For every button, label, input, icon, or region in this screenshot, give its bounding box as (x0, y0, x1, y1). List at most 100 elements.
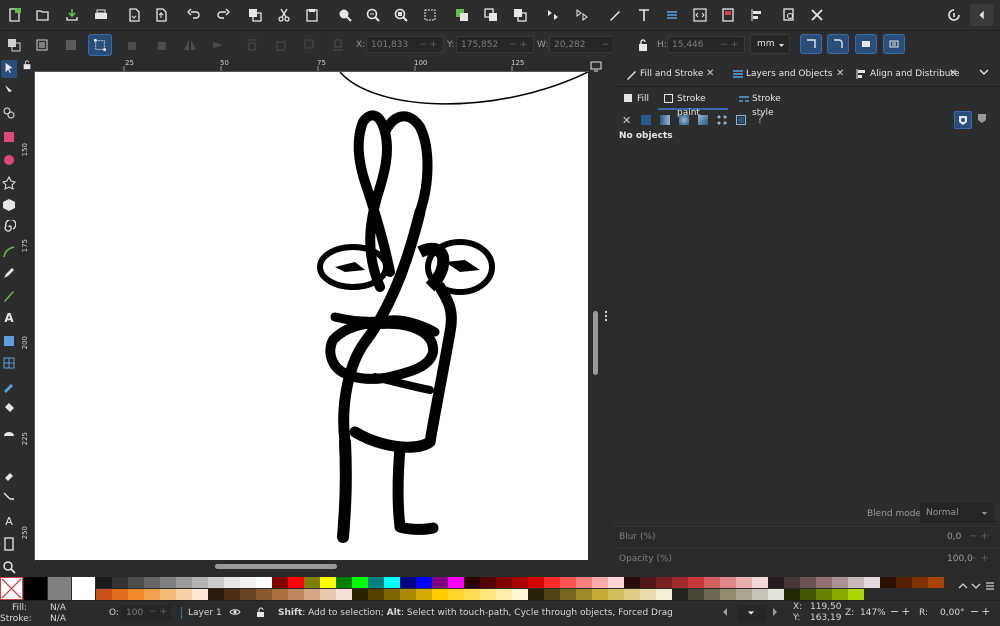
x-field[interactable]: 101,833 −+ (366, 36, 444, 53)
transform-gradients-toggle[interactable] (855, 34, 877, 54)
layer-visibility-icon[interactable] (229, 606, 243, 620)
zoom-drawing-icon[interactable] (365, 7, 381, 23)
palette-swatch[interactable] (512, 577, 528, 588)
rotation-value[interactable]: 0,00° (940, 608, 965, 619)
palette-swatch[interactable] (400, 589, 416, 600)
connector-tool-icon[interactable] (1, 490, 17, 506)
spiral-tool-icon[interactable] (1, 219, 17, 235)
palette-swatch[interactable] (112, 589, 128, 600)
palette-swatch[interactable] (528, 577, 544, 588)
fill-rule-evenodd-button[interactable] (954, 111, 972, 129)
print-icon[interactable] (93, 7, 109, 23)
eraser-tool-icon[interactable] (1, 468, 17, 484)
group-icon[interactable] (545, 7, 561, 23)
zoom-page-icon[interactable] (393, 7, 409, 23)
zoom-selection-icon[interactable] (337, 7, 353, 23)
current-layer[interactable]: Layer 1 (188, 608, 222, 619)
blur-row[interactable]: Blur (%) 0,0 −+ (614, 526, 1000, 547)
transform-patterns-toggle[interactable] (883, 34, 905, 54)
palette-swatch[interactable] (592, 589, 608, 600)
open-document-icon[interactable] (35, 7, 51, 23)
opacity-row[interactable]: Opacity (%) 100,0 −+ (614, 548, 1000, 569)
palette-swatch[interactable] (192, 589, 208, 600)
palette-swatch[interactable] (192, 577, 208, 588)
palette-swatch[interactable] (400, 577, 416, 588)
paste-icon[interactable] (304, 7, 320, 23)
palette-swatch[interactable] (720, 577, 736, 588)
preferences-icon[interactable] (809, 7, 825, 23)
palette-swatch[interactable] (464, 589, 480, 600)
palette-swatch[interactable] (576, 577, 592, 588)
undo-icon[interactable] (186, 7, 202, 23)
palette-swatch[interactable] (560, 577, 576, 588)
mesh-tool-icon[interactable] (1, 355, 17, 371)
find-replace-icon[interactable] (781, 7, 797, 23)
gradient-tool-icon[interactable] (1, 333, 17, 349)
palette-swatch[interactable] (72, 577, 95, 600)
palette-swatch[interactable] (896, 577, 912, 588)
palette-swatch[interactable] (448, 577, 464, 588)
palette-swatch[interactable] (912, 577, 928, 588)
palette-swatch[interactable] (496, 577, 512, 588)
zoom-stepper[interactable]: −+ (890, 606, 912, 617)
text-tool-icon[interactable]: A (1, 310, 17, 326)
selector-tool-button[interactable] (1, 60, 17, 78)
page-dropdown[interactable] (738, 605, 766, 621)
rectangle-tool-icon[interactable] (1, 129, 17, 145)
touch-select-toggle[interactable] (88, 34, 112, 56)
palette-swatch[interactable] (224, 589, 240, 600)
palette-swatch[interactable] (704, 577, 720, 588)
palette-swatch[interactable] (624, 589, 640, 600)
palette-swatch[interactable] (800, 577, 816, 588)
palette-swatch[interactable] (688, 577, 704, 588)
page-next-icon[interactable] (770, 607, 782, 619)
palette-swatch[interactable] (24, 577, 47, 600)
palette-swatch[interactable] (848, 577, 864, 588)
zoom-tool-icon[interactable] (1, 559, 17, 575)
calligraphy-tool-icon[interactable] (1, 288, 17, 304)
fill-indicator-value[interactable]: N/A (50, 603, 66, 614)
palette-swatch[interactable] (656, 577, 672, 588)
palette-scroll-down[interactable] (971, 581, 983, 593)
measure-tool-icon[interactable]: A (1, 513, 17, 529)
text-dialog-icon[interactable] (636, 7, 652, 23)
palette-swatch[interactable] (784, 589, 800, 600)
tab-fill-stroke[interactable]: Fill and Stroke ✕ (620, 64, 720, 84)
paint-bucket-tool-icon[interactable] (1, 400, 17, 416)
lock-guides-icon[interactable] (22, 60, 32, 70)
new-document-icon[interactable] (6, 7, 22, 23)
duplicate-icon[interactable] (454, 7, 470, 23)
palette-swatch[interactable] (112, 577, 128, 588)
palette-swatch[interactable] (144, 577, 160, 588)
palette-swatch[interactable] (272, 589, 288, 600)
palette-swatch[interactable] (320, 589, 336, 600)
palette-swatch[interactable] (528, 589, 544, 600)
palette-swatch[interactable] (352, 589, 368, 600)
unset-paint-icon[interactable]: ? (757, 112, 763, 126)
palette-swatch[interactable] (640, 577, 656, 588)
x-stepper[interactable]: −+ (419, 37, 440, 54)
blur-stepper[interactable]: −+ (969, 531, 992, 542)
palette-swatch[interactable] (160, 589, 176, 600)
export-icon[interactable] (153, 7, 169, 23)
snap-popover-button[interactable] (970, 4, 994, 26)
opacity-indicator-stepper[interactable]: −+ (149, 607, 170, 618)
palette-swatch[interactable] (256, 589, 272, 600)
star-tool-icon[interactable] (1, 175, 17, 191)
h-field[interactable]: 15,446 −+ (667, 36, 745, 53)
palette-swatch[interactable] (128, 589, 144, 600)
stroke-indicator-value[interactable]: N/A (50, 614, 66, 625)
subtab-stroke-style[interactable]: Stroke style (734, 90, 804, 118)
palette-swatch[interactable] (128, 577, 144, 588)
palette-swatch[interactable] (832, 589, 848, 600)
palette-swatch[interactable] (864, 577, 880, 588)
drawing-canvas[interactable] (35, 72, 588, 560)
subtab-stroke-paint[interactable]: Stroke paint (658, 90, 728, 118)
copy-icon[interactable] (247, 7, 263, 23)
vertical-scrollbar[interactable] (593, 311, 598, 375)
palette-swatch[interactable] (928, 577, 944, 588)
palette-swatch[interactable] (416, 589, 432, 600)
palette-swatch[interactable] (336, 589, 352, 600)
palette-swatch[interactable] (608, 589, 624, 600)
palette-swatch[interactable] (560, 589, 576, 600)
